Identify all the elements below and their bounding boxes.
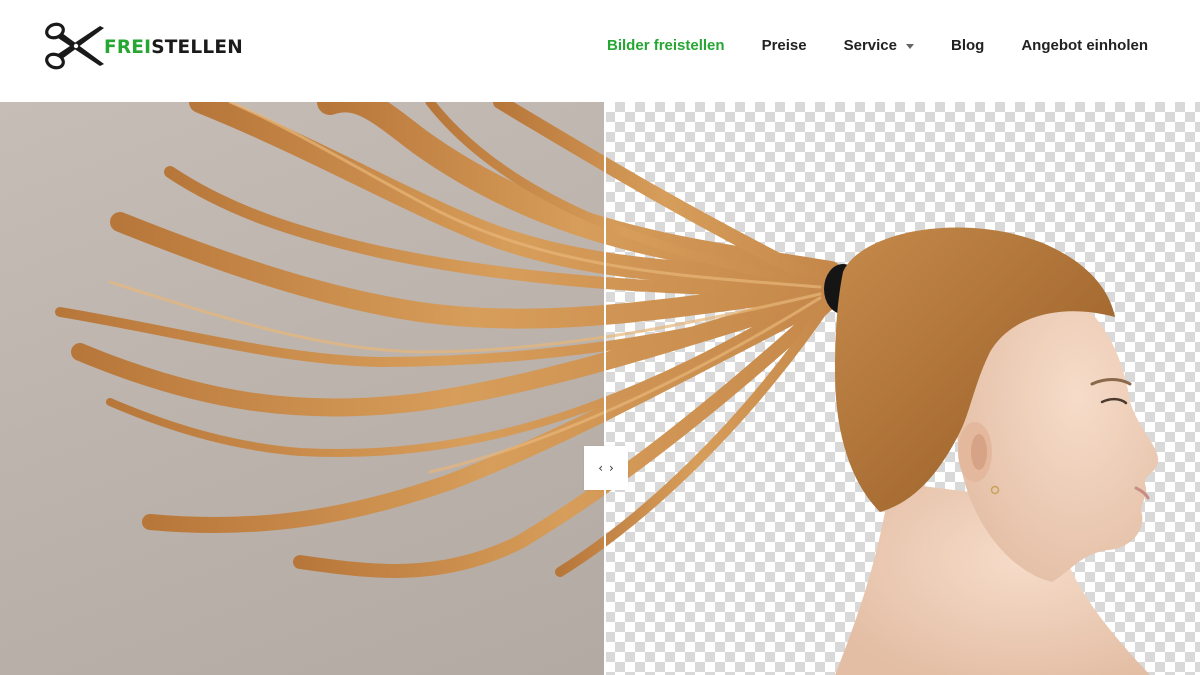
nav-service[interactable]: Service [844, 37, 914, 54]
nav-service-label: Service [843, 36, 897, 54]
site-header: FREISTELLEN Bilder freistellen Preise Se… [0, 0, 1200, 102]
logo-wordmark-rest: STELLEN [151, 36, 243, 58]
chevron-down-icon [906, 43, 914, 49]
slider-divider-line[interactable] [604, 102, 606, 675]
hair-photo-before [0, 102, 605, 675]
slider-handle[interactable]: ‹ › [584, 446, 628, 490]
hair-photo-after [605, 102, 1200, 675]
chevron-left-icon: ‹ [598, 461, 603, 475]
main-nav: Bilder freistellen Preise Service Blog A… [607, 0, 1148, 90]
after-image-pane [605, 102, 1200, 675]
logo-wordmark: FREISTELLEN [104, 37, 243, 58]
nav-blog[interactable]: Blog [951, 37, 984, 54]
before-after-comparison: ‹ › [0, 102, 1200, 675]
nav-bilder-freistellen[interactable]: Bilder freistellen [607, 37, 725, 54]
scissors-icon [45, 22, 104, 70]
nav-angebot-einholen[interactable]: Angebot einholen [1021, 37, 1148, 54]
logo-link[interactable]: FREISTELLEN [44, 20, 243, 72]
nav-preise[interactable]: Preise [762, 37, 807, 54]
chevron-right-icon: › [609, 461, 614, 475]
before-image-pane [0, 102, 605, 675]
logo-wordmark-accent: FREI [104, 36, 152, 58]
